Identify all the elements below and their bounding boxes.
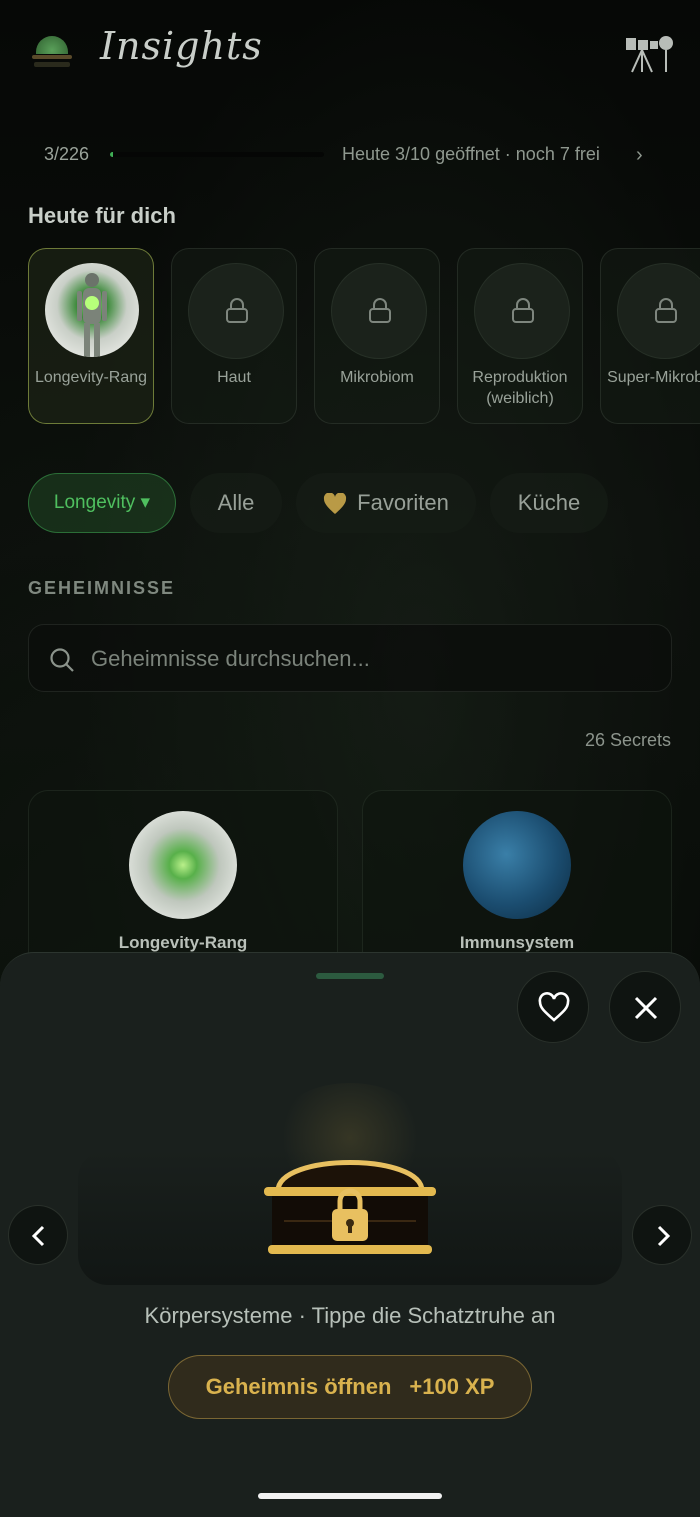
secret-bottom-sheet: Körpersysteme · Tippe die Schatztruhe an…: [0, 952, 700, 1517]
close-button[interactable]: [609, 971, 681, 1043]
sheet-caption: Körpersysteme · Tippe die Schatztruhe an: [144, 1303, 556, 1328]
chevron-right-icon[interactable]: ›: [636, 144, 643, 167]
today-card-label: Super-Mikroben: [607, 369, 700, 386]
next-button[interactable]: [632, 1205, 692, 1265]
home-indicator[interactable]: [258, 1493, 442, 1499]
progress-bar: [110, 152, 324, 157]
lock-icon: [512, 298, 534, 323]
close-icon: [634, 996, 658, 1020]
today-card-label: Mikrobiom: [340, 369, 414, 386]
app-title: Insights: [100, 24, 263, 68]
sheet-drag-handle[interactable]: [316, 973, 384, 979]
virus-image: [463, 811, 571, 919]
today-card-super-mikroben[interactable]: Super-Mikroben: [600, 248, 700, 424]
filter-chip-longevity[interactable]: Longevity ▾: [28, 473, 176, 533]
body-glow-image: [45, 263, 139, 357]
search-placeholder: Geheimnisse durchsuchen...: [91, 646, 370, 671]
lock-icon: [226, 298, 248, 323]
chevron-left-icon: [31, 1225, 45, 1247]
heart-outline-icon: [538, 992, 570, 1022]
filter-chip-label: Favoriten: [357, 490, 449, 515]
secrets-heading: GEHEIMNISSE: [28, 578, 176, 598]
search-input[interactable]: Geheimnisse durchsuchen...: [28, 624, 672, 692]
open-secret-button[interactable]: Geheimnis öffnen +100 XP: [168, 1355, 532, 1419]
open-secret-label: Geheimnis öffnen: [205, 1374, 392, 1399]
heart-icon: [324, 493, 347, 515]
today-card-haut[interactable]: Haut: [171, 248, 297, 424]
treasure-chest-icon[interactable]: [262, 1139, 438, 1259]
lock-icon: [655, 298, 677, 323]
today-card-label: Haut: [217, 369, 251, 386]
body-glow-image: [129, 811, 237, 919]
secret-card-label: Longevity-Rang: [118, 933, 248, 952]
chevron-right-icon: [657, 1225, 671, 1247]
progress-status[interactable]: Heute 3/10 geöffnet · noch 7 frei: [342, 144, 600, 165]
app-logo: [30, 34, 74, 72]
secrets-count: 26 Secrets: [585, 730, 672, 750]
filter-chip-favoriten[interactable]: Favoriten: [296, 473, 476, 533]
today-card-mikrobiom[interactable]: Mikrobiom: [314, 248, 440, 424]
previous-button[interactable]: [8, 1205, 68, 1265]
today-card-longevity[interactable]: Longevity-Rang: [28, 248, 154, 424]
today-heading: Heute für dich: [28, 203, 176, 228]
filter-chip-alle[interactable]: Alle: [190, 473, 282, 533]
today-card-reproduktion[interactable]: Reproduktion (weiblich): [457, 248, 583, 424]
today-card-label: Longevity-Rang: [34, 369, 148, 386]
progress-count: 3/226: [44, 144, 90, 164]
xp-reward: +100 XP: [409, 1374, 495, 1399]
lab-tools-icon[interactable]: [624, 34, 676, 74]
today-card-label: Reproduktion (weiblich): [472, 369, 568, 407]
secret-card-label: Immunsystem: [459, 933, 575, 952]
lock-icon: [369, 298, 391, 323]
progress-bar-fill: [110, 152, 113, 157]
favorite-button[interactable]: [517, 971, 589, 1043]
search-icon: [50, 648, 74, 672]
filter-chip-kueche[interactable]: Küche: [490, 473, 608, 533]
